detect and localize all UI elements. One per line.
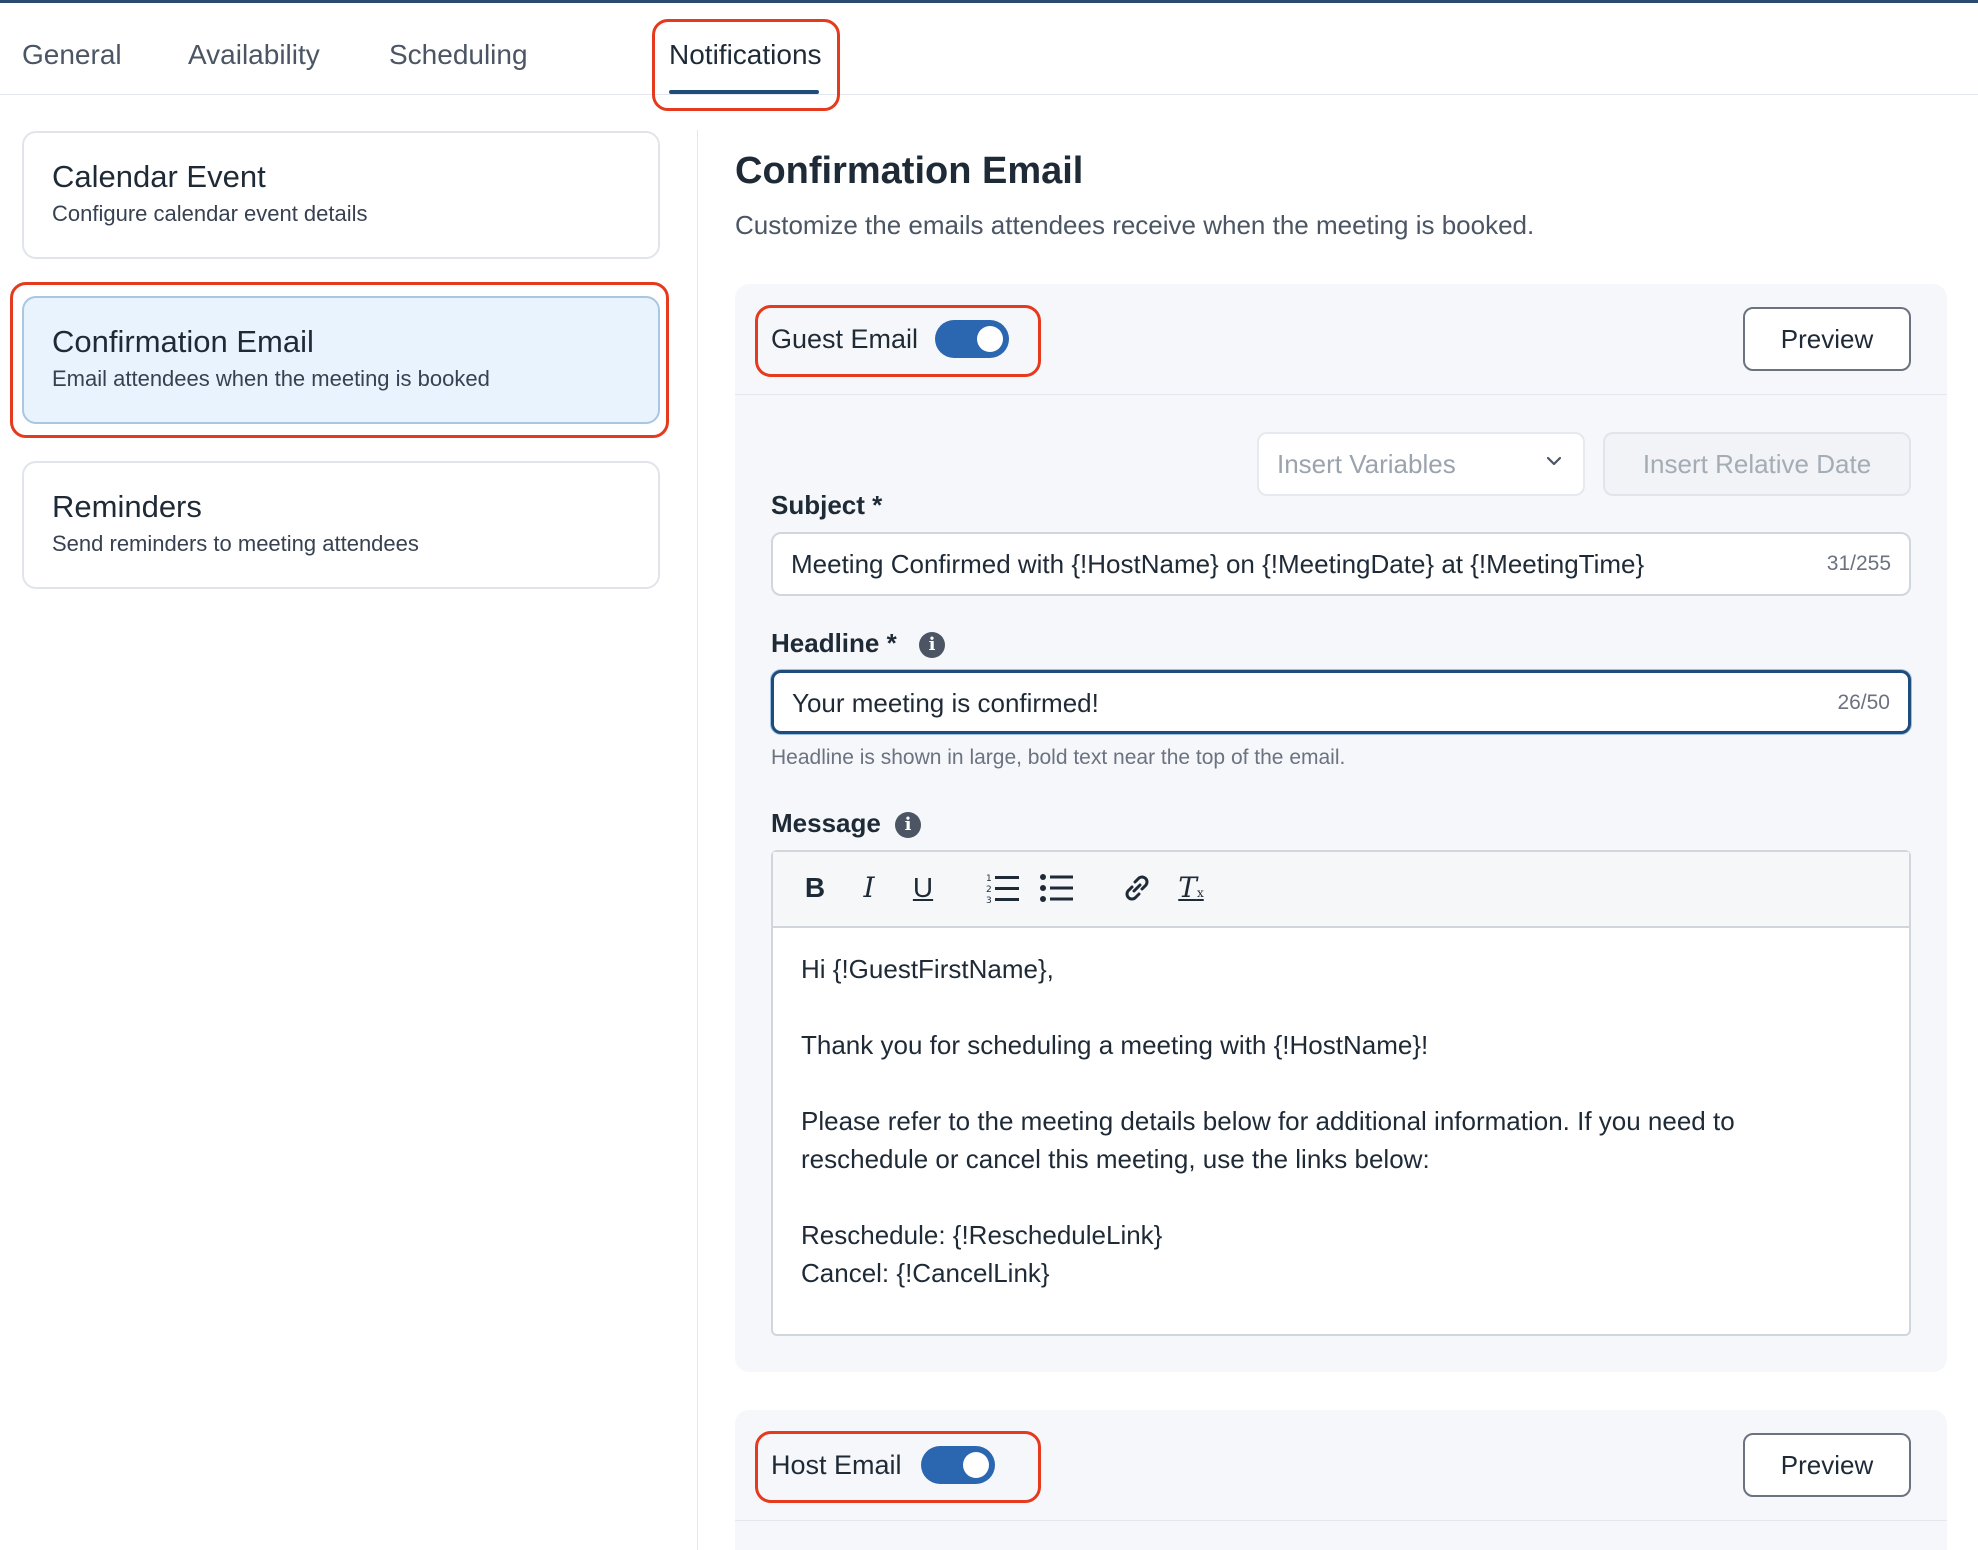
subject-char-count: 31/255 (1826, 552, 1891, 575)
toggle-knob (963, 1452, 989, 1478)
guest-email-label: Guest Email (771, 324, 919, 354)
link-button[interactable] (1115, 866, 1159, 910)
headline-label: Headline * (771, 628, 897, 658)
guest-email-toggle[interactable] (935, 320, 1009, 358)
section-card-calendar-event[interactable]: Calendar Event Configure calendar event … (22, 131, 660, 259)
svg-text:3: 3 (986, 896, 992, 906)
message-label: Message (771, 808, 881, 838)
bullet-list-button[interactable] (1035, 866, 1079, 910)
tab-availability[interactable]: Availability (188, 3, 320, 94)
guest-email-header: Guest Email Preview (735, 284, 1947, 395)
headline-input[interactable]: Your meeting is confirmed! 26/50 (771, 670, 1911, 734)
insert-variables-dropdown[interactable]: Insert Variables (1257, 432, 1585, 496)
tab-notifications[interactable]: Notifications (669, 3, 822, 94)
tab-label: Notifications (669, 39, 822, 70)
tab-label: Availability (188, 39, 320, 70)
svg-text:2: 2 (986, 885, 992, 895)
guest-email-panel: Guest Email Preview Insert Variables Ins… (735, 284, 1947, 1372)
subject-input[interactable]: Meeting Confirmed with {!HostName} on {!… (771, 532, 1911, 596)
message-line (801, 1064, 1881, 1102)
section-card-confirmation-email[interactable]: Confirmation Email Email attendees when … (22, 296, 660, 424)
host-email-panel: Host Email Preview (735, 1410, 1947, 1550)
tab-label: General (22, 39, 122, 70)
host-preview-button[interactable]: Preview (1743, 1433, 1911, 1497)
svg-text:1: 1 (986, 874, 992, 884)
bullet-list-icon (1040, 874, 1073, 902)
message-line: Cancel: {!CancelLink} (801, 1258, 1050, 1288)
message-line (801, 988, 1881, 1026)
page-title: Confirmation Email (735, 150, 1084, 192)
info-icon[interactable]: i (895, 812, 921, 838)
clear-format-icon: T (1178, 871, 1197, 904)
bold-button[interactable]: B (793, 866, 837, 910)
message-body: Hi {!GuestFirstName}, Thank you for sche… (801, 950, 1881, 1292)
section-card-subtitle: Email attendees when the meeting is book… (52, 366, 490, 391)
host-email-header: Host Email Preview (735, 1410, 1947, 1521)
italic-button[interactable]: I (847, 866, 891, 910)
section-card-subtitle: Send reminders to meeting attendees (52, 531, 419, 556)
info-icon[interactable]: i (919, 632, 945, 658)
headline-helper-text: Headline is shown in large, bold text ne… (771, 746, 1346, 769)
host-email-toggle[interactable] (921, 1446, 995, 1484)
message-line: Hi {!GuestFirstName}, (801, 954, 1054, 984)
link-icon (1125, 875, 1149, 901)
host-email-label: Host Email (771, 1450, 902, 1480)
toggle-knob (977, 326, 1003, 352)
section-card-reminders[interactable]: Reminders Send reminders to meeting atte… (22, 461, 660, 589)
section-card-title: Confirmation Email (52, 324, 314, 359)
ordered-list-button[interactable]: 1 2 3 (981, 866, 1025, 910)
message-line: Reschedule: {!RescheduleLink} (801, 1220, 1163, 1250)
guest-preview-button[interactable]: Preview (1743, 307, 1911, 371)
tab-general[interactable]: General (22, 3, 122, 94)
headline-char-count: 26/50 (1837, 691, 1890, 714)
tab-bar: General Availability Scheduling Pages No… (0, 3, 1978, 174)
clear-format-subscript: x (1196, 886, 1204, 900)
message-line: Please refer to the meeting details belo… (801, 1106, 1735, 1136)
message-line: Thank you for scheduling a meeting with … (801, 1030, 1429, 1060)
clear-format-button[interactable]: Tx (1169, 866, 1213, 910)
ordered-list-icon: 1 2 3 (986, 874, 1019, 906)
tab-scheduling-pages[interactable]: Scheduling Pages (389, 3, 599, 174)
page-subtitle: Customize the emails attendees receive w… (735, 210, 1535, 240)
message-line (801, 1178, 1881, 1216)
message-editor[interactable]: B I U 1 2 3 Tx Hi {!GuestFirstName}, Tha… (771, 850, 1911, 1336)
editor-toolbar: B I U 1 2 3 Tx (773, 852, 1909, 928)
active-tab-indicator (669, 90, 819, 94)
headline-value: Your meeting is confirmed! (792, 688, 1099, 718)
underline-button[interactable]: U (901, 866, 945, 910)
section-card-subtitle: Configure calendar event details (52, 201, 368, 226)
subject-value: Meeting Confirmed with {!HostName} on {!… (791, 549, 1645, 579)
section-card-title: Reminders (52, 489, 202, 524)
subject-label: Subject * (771, 490, 883, 520)
column-divider (697, 130, 698, 1550)
section-card-title: Calendar Event (52, 159, 266, 194)
chevron-down-icon (1546, 456, 1562, 466)
message-line: reschedule or cancel this meeting, use t… (801, 1144, 1430, 1174)
insert-relative-date-button[interactable]: Insert Relative Date (1603, 432, 1911, 496)
insert-variables-placeholder: Insert Variables (1277, 449, 1456, 479)
